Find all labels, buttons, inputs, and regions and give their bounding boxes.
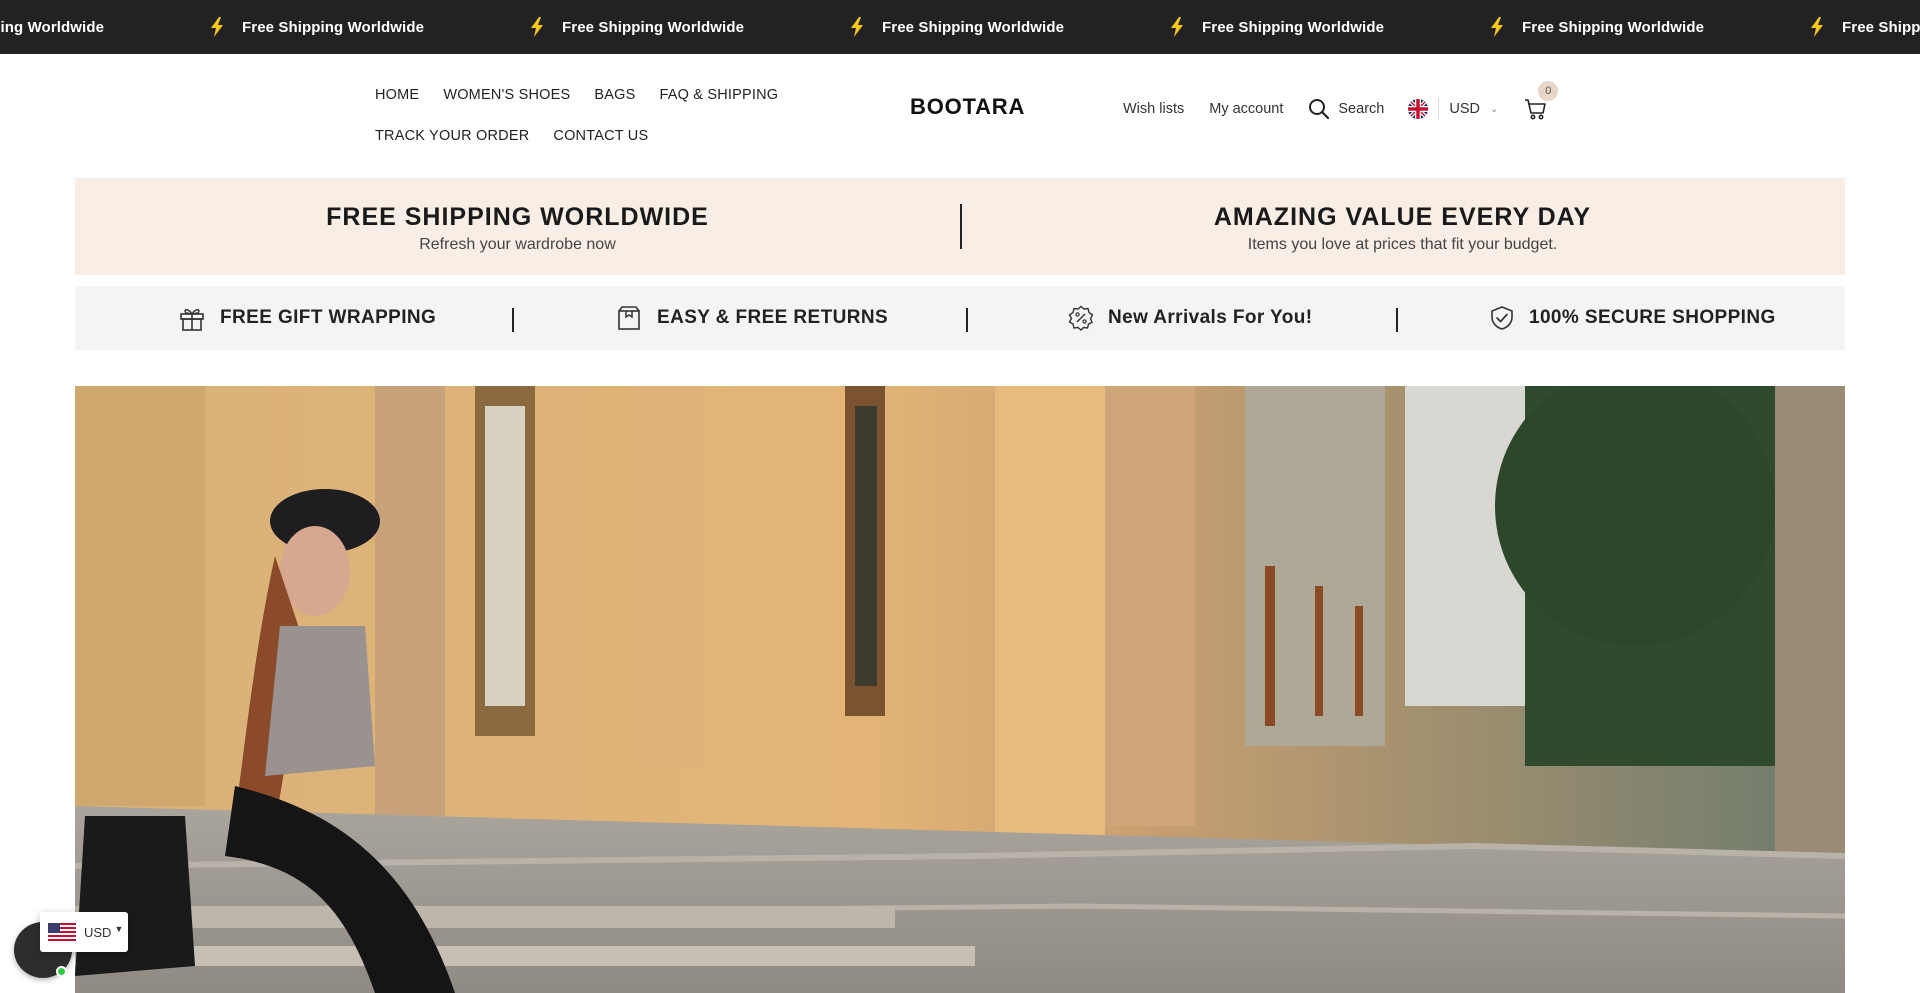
chevron-down-icon: ⌄ bbox=[1489, 103, 1499, 115]
currency-widget-label: USD bbox=[84, 924, 112, 940]
nav-bags[interactable]: BAGS bbox=[594, 87, 635, 103]
search-button[interactable]: Search bbox=[1308, 98, 1384, 120]
promo-title: AMAZING VALUE EVERY DAY bbox=[1213, 203, 1592, 231]
promo-divider bbox=[960, 204, 962, 249]
feature-label: EASY & FREE RETURNS bbox=[657, 307, 889, 328]
main-nav: HOME WOMEN'S SHOES BAGS FAQ & SHIPPING T… bbox=[375, 74, 815, 156]
box-icon bbox=[618, 306, 640, 330]
nav-row: HOME WOMEN'S SHOES BAGS FAQ & SHIPPING bbox=[375, 74, 815, 115]
announcement-bar: Free Shipping Worldwide Free Shipping Wo… bbox=[0, 0, 1920, 54]
feature-divider bbox=[1396, 308, 1398, 332]
status-dot bbox=[56, 966, 67, 977]
uk-flag-icon[interactable] bbox=[1408, 99, 1429, 119]
nav-faq-shipping[interactable]: FAQ & SHIPPING bbox=[659, 87, 778, 103]
lightning-bolt-icon bbox=[211, 17, 223, 37]
announcement-text: Free Shipping Worldwide bbox=[0, 18, 105, 36]
header-actions: Wish lists My account Search USD ⌄ 0 bbox=[1123, 81, 1559, 124]
search-label: Search bbox=[1338, 101, 1385, 117]
announcement-item: Free Shipping Worldwide bbox=[1168, 17, 1488, 37]
site-logo[interactable]: BOOTARA bbox=[910, 94, 1025, 120]
promo-right: AMAZING VALUE EVERY DAY Items you love a… bbox=[960, 178, 1845, 275]
promo-subtitle: Refresh your wardrobe now bbox=[419, 236, 616, 253]
announcement-text: Free Shipping Worldwide bbox=[242, 18, 425, 36]
cart-button[interactable]: 0 bbox=[1524, 81, 1559, 121]
site-header: HOME WOMEN'S SHOES BAGS FAQ & SHIPPING T… bbox=[0, 54, 1920, 154]
currency-selector[interactable]: USD ⌄ bbox=[1449, 101, 1498, 117]
feature-label: 100% SECURE SHOPPING bbox=[1529, 307, 1776, 328]
gift-icon bbox=[180, 309, 204, 331]
caret-down-icon: ▼ bbox=[114, 924, 124, 934]
hero-banner-image[interactable] bbox=[75, 386, 1845, 993]
feature-label: FREE GIFT WRAPPING bbox=[220, 307, 437, 328]
search-icon bbox=[1309, 99, 1330, 120]
hero-photo bbox=[75, 386, 1845, 993]
announcement-item: Free Shipping Worldwide bbox=[1808, 17, 1920, 37]
lightning-bolt-icon bbox=[1811, 17, 1823, 37]
lightning-bolt-icon bbox=[1171, 17, 1183, 37]
announcement-text: Free Shipping Worldwide bbox=[1202, 18, 1385, 36]
my-account-link[interactable]: My account bbox=[1209, 101, 1283, 117]
divider bbox=[1438, 98, 1440, 120]
feature-divider bbox=[966, 308, 968, 332]
feature-label: New Arrivals For You! bbox=[1108, 307, 1313, 328]
nav-womens-shoes[interactable]: WOMEN'S SHOES bbox=[443, 87, 570, 103]
announcement-item: Free Shipping Worldwide bbox=[848, 17, 1168, 37]
currency-widget-popup[interactable]: USD ▼ bbox=[40, 912, 128, 952]
features-bar: FREE GIFT WRAPPING EASY & FREE RETURNS N… bbox=[75, 286, 1845, 350]
promo-left: FREE SHIPPING WORLDWIDE Refresh your war… bbox=[75, 178, 960, 275]
nav-row: TRACK YOUR ORDER CONTACT US bbox=[375, 115, 815, 156]
lightning-bolt-icon bbox=[1491, 17, 1503, 37]
us-flag-icon bbox=[48, 923, 76, 941]
announcement-text: Free Shipping Worldwide bbox=[562, 18, 745, 36]
announcement-text: Free Shipping Worldwide bbox=[1842, 18, 1920, 36]
announcement-item: Free Shipping Worldwide bbox=[528, 17, 848, 37]
announcement-item: Free Shipping Worldwide bbox=[1488, 17, 1808, 37]
announcement-item: Free Shipping Worldwide bbox=[0, 17, 208, 37]
cart-count-badge: 0 bbox=[1538, 81, 1559, 101]
promo-banner: FREE SHIPPING WORLDWIDE Refresh your war… bbox=[75, 178, 1845, 275]
lightning-bolt-icon bbox=[531, 17, 543, 37]
wish-lists-link[interactable]: Wish lists bbox=[1123, 101, 1184, 117]
promo-subtitle: Items you love at prices that fit your b… bbox=[1247, 236, 1558, 253]
announcement-text: Free Shipping Worldwide bbox=[882, 18, 1065, 36]
feature-new-arrivals: New Arrivals For You! bbox=[1068, 286, 1312, 350]
announcement-item: Free Shipping Worldwide bbox=[208, 17, 528, 37]
shield-check-icon bbox=[1491, 306, 1513, 330]
nav-track-order[interactable]: TRACK YOUR ORDER bbox=[375, 128, 529, 144]
lightning-bolt-icon bbox=[851, 17, 863, 37]
feature-secure-shopping: 100% SECURE SHOPPING bbox=[1489, 286, 1776, 350]
announcement-track: Free Shipping Worldwide Free Shipping Wo… bbox=[0, 0, 1920, 54]
percent-badge-icon bbox=[1068, 305, 1094, 331]
nav-contact-us[interactable]: CONTACT US bbox=[553, 128, 648, 144]
nav-home[interactable]: HOME bbox=[375, 87, 419, 103]
feature-gift-wrapping: FREE GIFT WRAPPING bbox=[178, 286, 436, 350]
feature-free-returns: EASY & FREE RETURNS bbox=[615, 286, 888, 350]
currency-label: USD bbox=[1449, 101, 1480, 117]
promo-title: FREE SHIPPING WORLDWIDE bbox=[326, 203, 709, 231]
announcement-text: Free Shipping Worldwide bbox=[1522, 18, 1705, 36]
feature-divider bbox=[512, 308, 514, 332]
